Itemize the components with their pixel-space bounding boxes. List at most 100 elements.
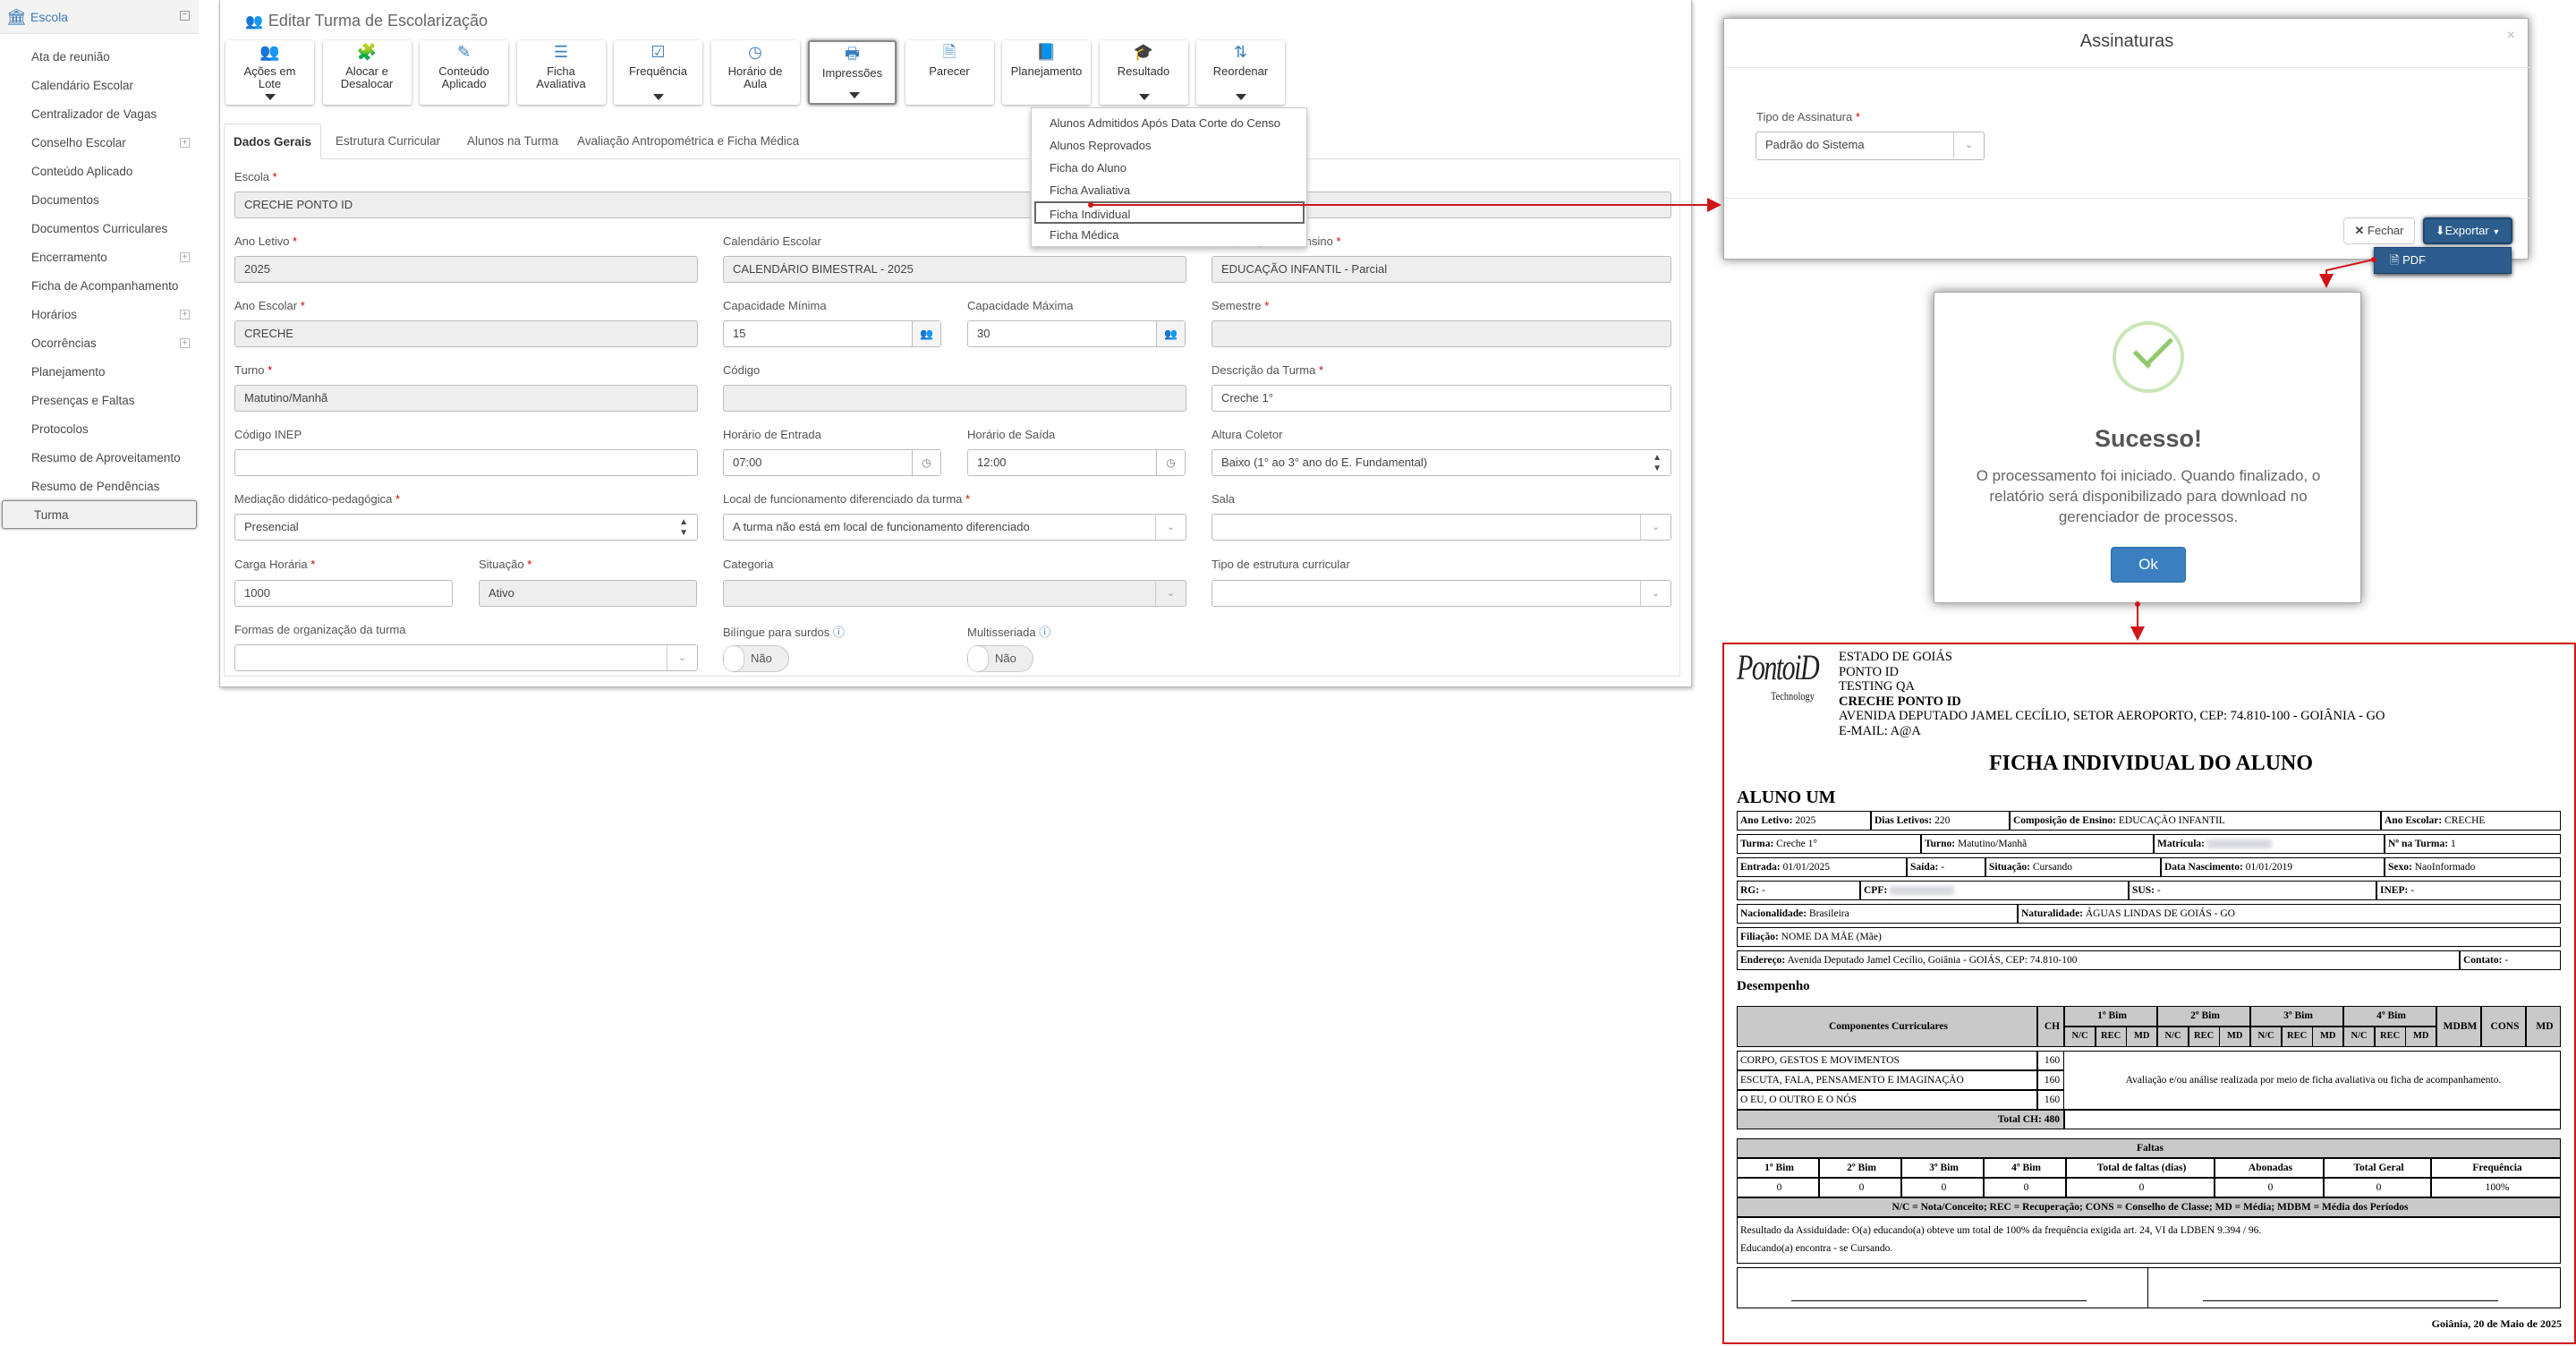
toolbar-planejamentobutton[interactable]: 📘 Planejamento: [1002, 40, 1091, 105]
dropdown-item-ficha-do-aluno[interactable]: Ficha do Aluno: [1032, 157, 1308, 179]
altura-field[interactable]: Baixo (1° ao 3° ano do E. Fundamental) ▲ ▼: [1211, 449, 1671, 476]
document-icon: 🗎: [942, 43, 956, 61]
sidebar-item-encerramento[interactable]: Encerramento +: [0, 243, 199, 272]
sidebar-item-presen-as-e-faltas[interactable]: Presenças e Faltas: [0, 387, 199, 415]
inep-field[interactable]: [234, 449, 698, 476]
close-icon[interactable]: ×: [2507, 28, 2515, 44]
sidebar-item-turma[interactable]: Turma: [2, 500, 197, 529]
sidebar-item-resumo-de-pend-ncias[interactable]: Resumo de Pendências: [0, 473, 199, 501]
tipo_estrutura-field[interactable]: ⌄: [1211, 580, 1671, 607]
ok-button[interactable]: Ok: [2111, 547, 2186, 583]
toolbar-frequ-nciabutton[interactable]: ☑ Frequência: [614, 40, 702, 105]
semestre-field[interactable]: [1211, 320, 1671, 347]
expand-icon[interactable]: +: [180, 252, 190, 262]
sidebar-item-protocolos[interactable]: Protocolos: [0, 415, 199, 444]
label-text: Sala: [1211, 492, 1236, 506]
info-icon[interactable]: ⓘ: [829, 626, 845, 639]
toolbar-fichabutton[interactable]: ☰ Ficha Avaliativa: [516, 40, 606, 105]
toolbar-hor-rio-debutton[interactable]: ◷ Horário de Aula: [710, 40, 800, 105]
sala-field[interactable]: ⌄: [1211, 514, 1671, 541]
required-marker: *: [1261, 299, 1270, 312]
sidebar-item-ocorr-ncias[interactable]: Ocorrências +: [0, 329, 199, 358]
info-label: RG:: [1740, 885, 1760, 896]
turno-field[interactable]: Matutino/Manhã: [234, 385, 698, 412]
ano_escolar-field[interactable]: CRECHE: [234, 320, 698, 347]
sidebar-item-label: Resumo de Aproveitamento: [31, 451, 181, 464]
tab-alunos-na-turma[interactable]: Alunos na Turma: [458, 124, 567, 159]
expand-icon[interactable]: +: [180, 338, 190, 348]
formas-field[interactable]: ⌄: [234, 644, 698, 671]
label-text: Local de funcionamento diferenciado da t…: [723, 492, 963, 506]
toolbar-conte-dobutton[interactable]: ✎ Conteúdo Aplicado: [420, 40, 508, 105]
categoria-field[interactable]: ⌄: [723, 580, 1186, 607]
exportar-button[interactable]: ⬇Exportar ▼: [2423, 217, 2512, 244]
toolbar-impress-esbutton[interactable]: 🖶 Impressões: [808, 40, 897, 105]
cap_min-field[interactable]: 15 👥: [723, 320, 941, 347]
sidebar-item-conselho-escolar[interactable]: Conselho Escolar +: [0, 129, 199, 158]
toolbar-label: Ações em: [243, 64, 296, 78]
situacao-field[interactable]: Ativo: [479, 580, 697, 607]
toolbar-parecerbutton[interactable]: 🗎 Parecer: [905, 40, 994, 105]
sidebar: 🏛 Escola − Ata de reunião Calendário Esco…: [0, 0, 199, 1346]
info-cell: Turno: Matutino/Manhã: [1921, 834, 2154, 854]
legend: N/C = Nota/Conceito; REC = Recuperação; …: [1737, 1197, 2561, 1217]
dropdown-item-alunos-admitidos-ap-s-data-cor[interactable]: Alunos Admitidos Após Data Corte do Cens…: [1032, 112, 1308, 134]
book-icon: 📘: [1036, 43, 1057, 61]
dropdown-item-alunos-reprovados[interactable]: Alunos Reprovados: [1032, 134, 1308, 157]
tab-estrutura-curricular[interactable]: Estrutura Curricular: [327, 124, 449, 159]
success-message: O processamento foi iniciado. Quando fin…: [1976, 467, 2321, 525]
sidebar-item-planejamento[interactable]: Planejamento: [0, 358, 199, 387]
cap_max-field[interactable]: 30 👥: [967, 320, 1186, 347]
sidebar-item-ficha-de-acompanhamento[interactable]: Ficha de Acompanhamento: [0, 272, 199, 301]
local-field[interactable]: A turma não está em local de funcionamen…: [723, 514, 1186, 541]
sidebar-item-calend-rio-escolar[interactable]: Calendário Escolar: [0, 72, 199, 100]
field-value: 07:00: [733, 456, 762, 469]
sidebar-item-conte-do-aplicado[interactable]: Conteúdo Aplicado: [0, 158, 199, 186]
composicao-field[interactable]: EDUCAÇÃO INFANTIL - Parcial: [1211, 256, 1671, 283]
dropdown-item-ficha-avaliativa[interactable]: Ficha Avaliativa: [1032, 179, 1308, 201]
bilingue-toggle[interactable]: Não: [723, 645, 789, 672]
toolbar-alocar-ebutton[interactable]: 🧩 Alocar e Desalocar: [322, 40, 412, 105]
dropdown-item-ficha-m-dica[interactable]: Ficha Médica: [1032, 224, 1308, 246]
collapse-icon[interactable]: −: [180, 11, 190, 21]
mediacao-field[interactable]: Presencial ▲ ▼: [234, 514, 698, 541]
total-ch-fill: [2064, 1110, 2561, 1129]
dropdown-item-ficha-individual[interactable]: Ficha Individual: [1034, 201, 1305, 224]
multisseriada-toggle[interactable]: Não: [967, 645, 1033, 672]
toolbar-reordenarbutton[interactable]: ⇅ Reordenar: [1196, 40, 1285, 105]
sidebar-item-documentos[interactable]: Documentos: [0, 186, 199, 215]
sidebar-item-ata-de-reuni-o[interactable]: Ata de reunião: [0, 43, 199, 72]
sidebar-item-centralizador-de-vagas[interactable]: Centralizador de Vagas: [0, 100, 199, 129]
report-header-line: CRECHE PONTO ID: [1839, 694, 1961, 709]
expand-icon[interactable]: +: [180, 310, 190, 319]
carga-field[interactable]: 1000: [234, 580, 453, 607]
tipo-assinatura-select[interactable]: Padrão do Sistema ⌄: [1756, 132, 1985, 160]
sidebar-item-documentos-curriculares[interactable]: Documentos Curriculares: [0, 215, 199, 243]
escola-field[interactable]: CRECHE PONTO ID: [234, 192, 1671, 218]
required-marker: *: [392, 492, 401, 506]
toggle-label: Não: [751, 652, 772, 665]
required-marker: *: [269, 170, 277, 183]
sidebar-item-label: Ocorrências: [31, 336, 97, 350]
sidebar-item-resumo-de-aproveitamento[interactable]: Resumo de Aproveitamento: [0, 444, 199, 473]
info-value: -: [1761, 885, 1765, 896]
codigo-field[interactable]: [723, 385, 1186, 412]
expand-icon[interactable]: +: [180, 138, 190, 148]
pdf-menu-item[interactable]: 🗎 PDF: [2374, 247, 2512, 274]
h_saida-field[interactable]: 12:00 ◷: [967, 449, 1186, 476]
info-icon[interactable]: ⓘ: [1036, 626, 1050, 639]
info-label: Saída:: [1910, 862, 1939, 873]
toolbar-a-es-embutton[interactable]: 👥 Ações em Lote: [225, 40, 314, 105]
fechar-button[interactable]: ✕ Fechar: [2343, 217, 2415, 244]
ano_letivo-field[interactable]: 2025: [234, 256, 698, 283]
descricao-field[interactable]: Creche 1°: [1211, 385, 1671, 412]
required-marker: *: [264, 363, 273, 377]
sidebar-item-hor-rios[interactable]: Horários +: [0, 301, 199, 329]
toolbar-resultadobutton[interactable]: 🎓 Resultado: [1099, 40, 1188, 105]
tab-dados-gerais[interactable]: Dados Gerais: [224, 124, 322, 159]
faltas-header: Total Geral: [2324, 1158, 2431, 1178]
h_entrada-field[interactable]: 07:00 ◷: [723, 449, 941, 476]
sidebar-header[interactable]: 🏛 Escola −: [0, 0, 199, 34]
tab-avalia-o-antropom-trica-e-fich[interactable]: Avaliação Antropométrica e Ficha Médica: [568, 124, 808, 159]
calendario-field[interactable]: CALENDÁRIO BIMESTRAL - 2025: [723, 256, 1186, 283]
